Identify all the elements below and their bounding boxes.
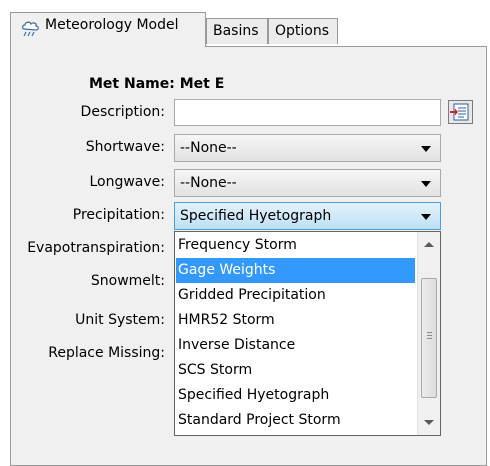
met-name-label: Met Name: <box>89 76 175 92</box>
tab-meteorology-model[interactable]: Meteorology Model <box>10 12 206 47</box>
precipitation-select[interactable]: Specified Hyetograph <box>174 202 441 230</box>
grip-line <box>427 335 432 336</box>
tab-label: Basins <box>213 23 259 39</box>
grip-line <box>427 338 432 339</box>
shortwave-select[interactable]: --None-- <box>174 134 441 162</box>
chevron-down-icon <box>421 146 431 152</box>
tab-label: Options <box>275 23 330 39</box>
shortwave-label: Shortwave: <box>85 139 165 155</box>
dropdown-option-standard-project-storm[interactable]: Standard Project Storm <box>176 408 415 433</box>
dropdown-option-scs-storm[interactable]: SCS Storm <box>176 358 415 383</box>
precipitation-value: Specified Hyetograph <box>180 208 332 224</box>
dropdown-option-inverse-distance[interactable]: Inverse Distance <box>176 333 415 358</box>
dropdown-option-gridded-precipitation[interactable]: Gridded Precipitation <box>176 283 415 308</box>
chevron-down-icon <box>421 214 431 220</box>
longwave-label: Longwave: <box>89 174 165 190</box>
shortwave-value: --None-- <box>180 140 237 156</box>
longwave-value: --None-- <box>180 175 237 191</box>
description-field[interactable] <box>174 99 441 126</box>
met-name-value: Met E <box>179 76 225 92</box>
description-edit-icon <box>450 103 469 121</box>
scroll-down-arrow-icon[interactable] <box>424 420 434 425</box>
dropdown-option-specified-hyetograph[interactable]: Specified Hyetograph <box>176 383 415 408</box>
precipitation-label: Precipitation: <box>72 207 165 223</box>
description-label: Description: <box>80 104 165 120</box>
scroll-up-arrow-icon[interactable] <box>424 242 434 247</box>
description-edit-button[interactable] <box>448 100 473 124</box>
tab-options[interactable]: Options <box>268 18 338 44</box>
dropdown-option-hmr52-storm[interactable]: HMR52 Storm <box>176 308 415 333</box>
precipitation-dropdown-list: Frequency Storm Gage Weights Gridded Pre… <box>174 231 441 436</box>
chevron-down-icon <box>421 181 431 187</box>
replace-missing-label: Replace Missing: <box>48 345 165 361</box>
meteorology-cloud-icon <box>22 21 39 37</box>
dropdown-scrollbar[interactable] <box>417 232 440 435</box>
tab-basins[interactable]: Basins <box>206 18 268 44</box>
longwave-select[interactable]: --None-- <box>174 169 441 197</box>
snowmelt-label: Snowmelt: <box>90 273 165 289</box>
tab-label: Meteorology Model <box>45 17 179 33</box>
unit-system-label: Unit System: <box>75 312 165 328</box>
dropdown-option-gage-weights[interactable]: Gage Weights <box>176 258 415 283</box>
evapotranspiration-label: Evapotranspiration: <box>27 240 165 256</box>
scrollbar-thumb[interactable] <box>421 278 437 398</box>
met-name: Met Name: Met E <box>89 76 224 92</box>
dropdown-option-frequency-storm[interactable]: Frequency Storm <box>176 233 415 258</box>
grip-line <box>427 332 432 333</box>
